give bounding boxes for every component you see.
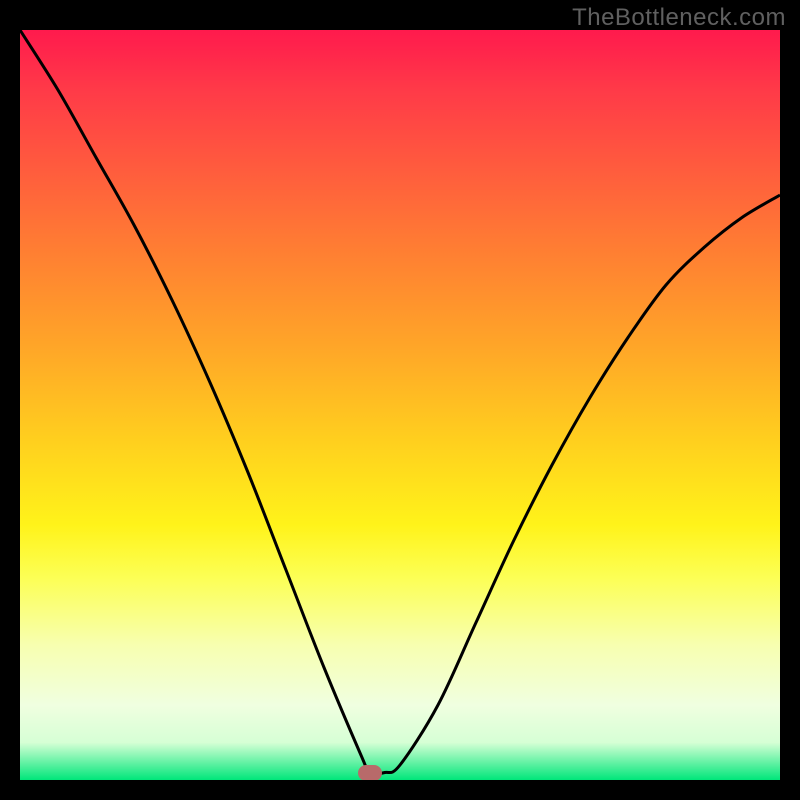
bottleneck-curve-path (20, 30, 780, 774)
optimal-point-marker (358, 765, 382, 781)
plot-area (20, 30, 780, 780)
bottleneck-curve (20, 30, 780, 780)
watermark-text: TheBottleneck.com (572, 4, 786, 32)
chart-frame: TheBottleneck.com (0, 0, 800, 800)
